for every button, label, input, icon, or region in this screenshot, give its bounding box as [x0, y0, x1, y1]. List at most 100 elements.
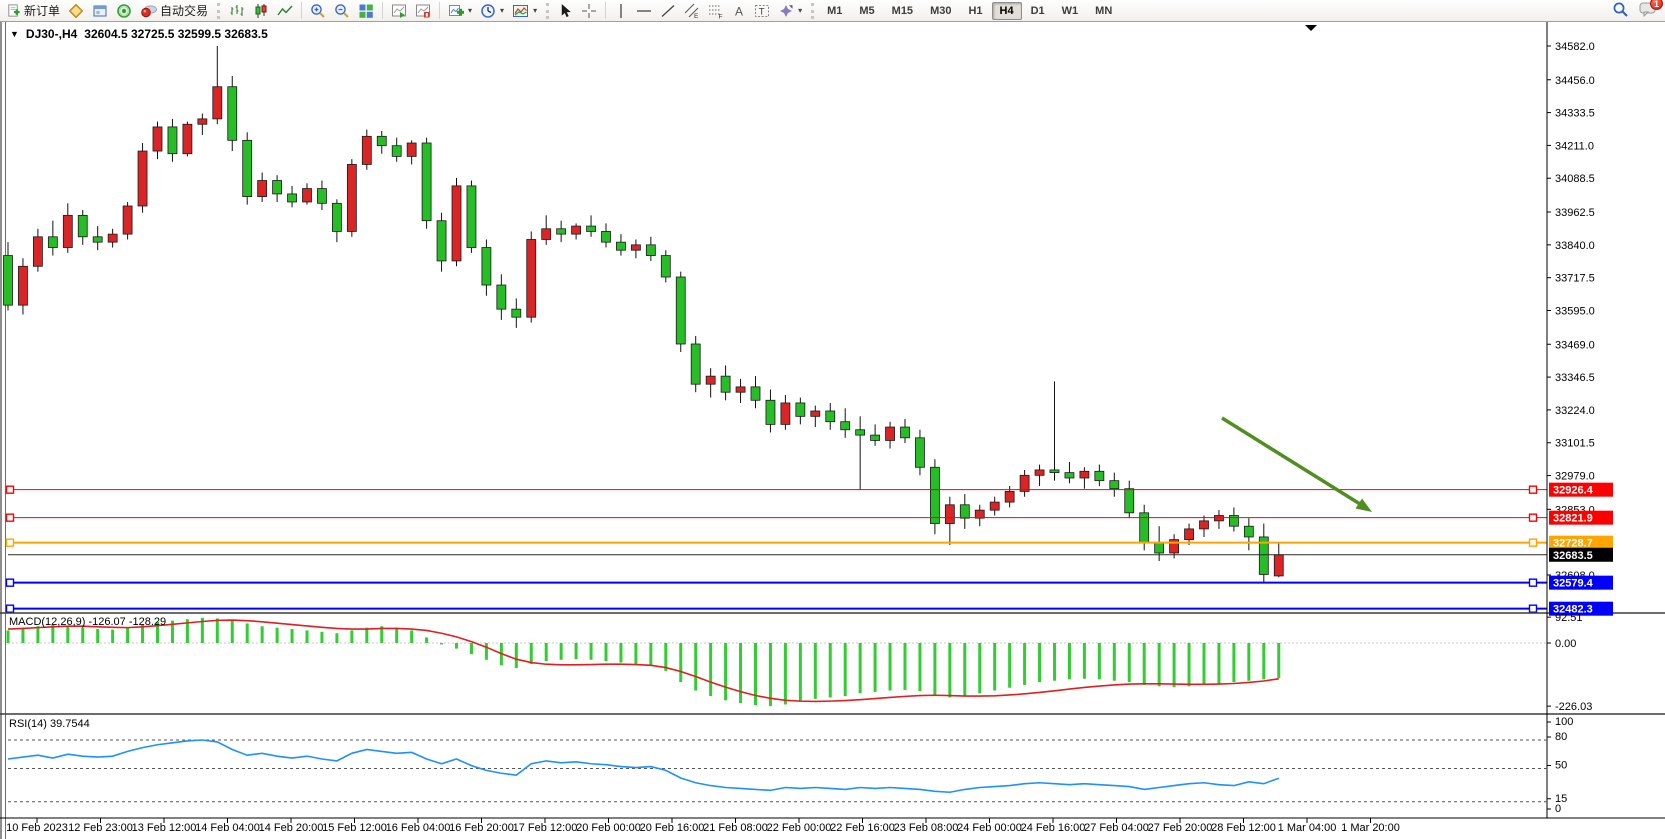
chart-canvas[interactable]: 34582.034456.034333.534211.034088.533962…	[0, 0, 1665, 839]
rsi-indicator-label: RSI(14) 39.7544	[9, 718, 90, 730]
text-label-tool-button[interactable]: T	[750, 1, 774, 21]
date-label: 16 Feb 04:00	[386, 822, 451, 834]
symbol-period-label: DJ30-,H4	[26, 27, 77, 41]
candle-up	[1200, 521, 1209, 529]
equidistant-channel-tool-button[interactable]: E	[680, 1, 704, 21]
timeframe-button-MN[interactable]: MN	[1087, 2, 1120, 20]
profile-prev-button[interactable]	[411, 1, 435, 21]
toolbar-grip[interactable]	[546, 3, 549, 19]
line-handle[interactable]	[7, 514, 14, 521]
trendline-tool-button[interactable]	[656, 1, 680, 21]
macd-bar	[1158, 643, 1161, 686]
fibonacci-tool-button[interactable]: F	[704, 1, 728, 21]
timeframe-button-M1[interactable]: M1	[819, 2, 850, 20]
line-handle[interactable]	[7, 579, 14, 586]
timeframe-button-W1[interactable]: W1	[1054, 2, 1087, 20]
search-icon[interactable]	[1612, 1, 1629, 21]
macd-bar	[874, 643, 877, 692]
date-label: 22 Feb 00:00	[767, 822, 832, 834]
macd-indicator-label: MACD(12,26,9) -126.07 -128.29	[9, 616, 166, 628]
line-handle[interactable]	[1530, 605, 1537, 612]
candle-down	[602, 231, 611, 242]
market-watch-button[interactable]	[64, 1, 88, 21]
price-tick-label: 34456.0	[1555, 75, 1595, 87]
zoom-out-button[interactable]	[330, 1, 354, 21]
cursor-tool-button[interactable]	[554, 1, 577, 21]
timeframe-button-M15[interactable]: M15	[884, 2, 921, 20]
candle-down	[437, 221, 446, 261]
macd-bar	[216, 618, 219, 643]
price-badge-32683.5: 32683.5	[1549, 548, 1613, 562]
toolbar-separator	[439, 2, 440, 19]
macd-bar	[619, 643, 622, 663]
date-label: 17 Feb 12:00	[513, 822, 578, 834]
profile-next-button[interactable]	[387, 1, 411, 21]
macd-bar	[1038, 643, 1041, 682]
candlestick-mode-button[interactable]	[249, 1, 273, 21]
price-badge-text: 32579.4	[1553, 578, 1594, 590]
crosshair-tool-button[interactable]	[577, 1, 601, 21]
templates-button[interactable]: ▾	[508, 1, 541, 21]
toolbar-grip[interactable]	[217, 3, 220, 19]
candle-up	[1214, 516, 1223, 521]
candle-up	[1080, 471, 1089, 478]
candle-down	[243, 140, 252, 196]
svg-text:F: F	[719, 13, 723, 19]
new-order-button[interactable]: 新订单	[2, 1, 64, 21]
timeframe-button-M30[interactable]: M30	[922, 2, 959, 20]
macd-bar	[21, 628, 24, 643]
rsi-tick-label: 50	[1555, 760, 1567, 772]
date-label: 14 Feb 04:00	[195, 822, 260, 834]
macd-bar	[1173, 643, 1176, 687]
notifications-button[interactable]: 1	[1639, 1, 1657, 20]
timeframe-button-D1[interactable]: D1	[1023, 2, 1053, 20]
candle-up	[138, 151, 147, 206]
candle-down	[1110, 481, 1119, 489]
zoom-in-button[interactable]	[306, 1, 330, 21]
line-handle[interactable]	[7, 605, 14, 612]
indicators-button[interactable]: ▾	[444, 1, 476, 21]
text-tool-button[interactable]: A	[728, 1, 750, 21]
timeframe-button-H1[interactable]: H1	[960, 2, 990, 20]
line-handle[interactable]	[1530, 539, 1537, 546]
date-label: 27 Feb 20:00	[1148, 822, 1213, 834]
line-chart-mode-button[interactable]	[273, 1, 297, 21]
line-handle[interactable]	[1530, 579, 1537, 586]
tile-windows-button[interactable]	[354, 1, 378, 21]
candle-down	[1229, 516, 1238, 527]
candle-up	[123, 206, 132, 234]
collapse-arrow-icon[interactable]: ▼	[10, 29, 19, 39]
periods-button[interactable]: ▾	[476, 1, 508, 21]
macd-bar	[575, 643, 578, 659]
candle-up	[33, 237, 42, 266]
price-tick-label: 34211.0	[1555, 140, 1594, 152]
line-handle[interactable]	[1530, 514, 1537, 521]
vertical-line-tool-button[interactable]	[610, 1, 632, 21]
timeframe-button-M5[interactable]: M5	[851, 2, 882, 20]
candle-up	[452, 186, 461, 261]
bar-chart-mode-button[interactable]	[225, 1, 249, 21]
line-handle[interactable]	[7, 486, 14, 493]
terminal-window-button[interactable]	[88, 1, 112, 21]
horizontal-line-tool-button[interactable]	[632, 1, 656, 21]
date-label: 23 Feb 08:00	[894, 822, 959, 834]
macd-bar	[739, 643, 742, 703]
date-label: 20 Feb 00:00	[576, 822, 641, 834]
toolbar-grip[interactable]	[811, 3, 814, 19]
line-handle[interactable]	[7, 539, 14, 546]
vertical-line-icon	[614, 3, 628, 19]
auto-trading-button[interactable]: 自动交易	[136, 1, 212, 21]
date-label: 15 Feb 12:00	[322, 822, 387, 834]
timeframe-button-H4[interactable]: H4	[992, 2, 1022, 20]
candle-up	[198, 119, 207, 124]
clock-icon	[480, 3, 496, 19]
signals-button[interactable]	[112, 1, 136, 21]
arrows-tool-button[interactable]: ▾	[774, 1, 806, 21]
macd-bar	[440, 643, 443, 644]
window-icon	[92, 3, 108, 19]
macd-bar	[605, 643, 608, 661]
candle-down	[93, 237, 102, 242]
line-handle[interactable]	[1530, 486, 1537, 493]
date-label: 14 Feb 20:00	[259, 822, 324, 834]
candle-up	[945, 505, 954, 524]
